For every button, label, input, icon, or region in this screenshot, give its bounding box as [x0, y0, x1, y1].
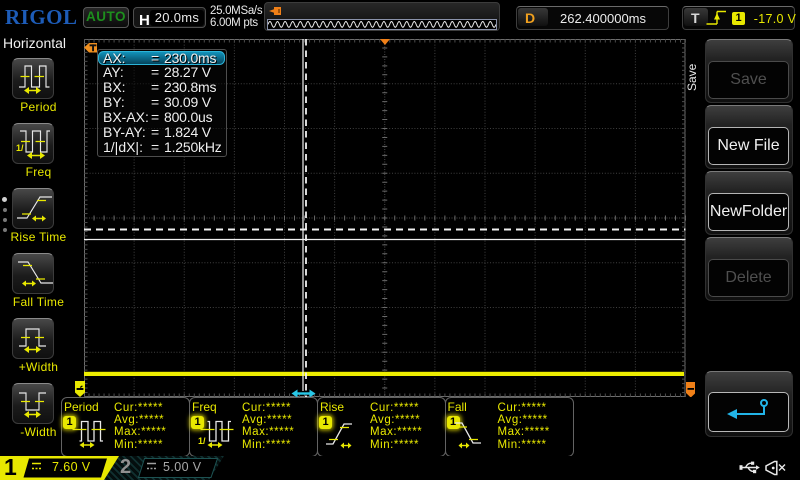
svg-text:1/: 1/: [198, 436, 206, 446]
svg-text:1/: 1/: [16, 143, 24, 153]
